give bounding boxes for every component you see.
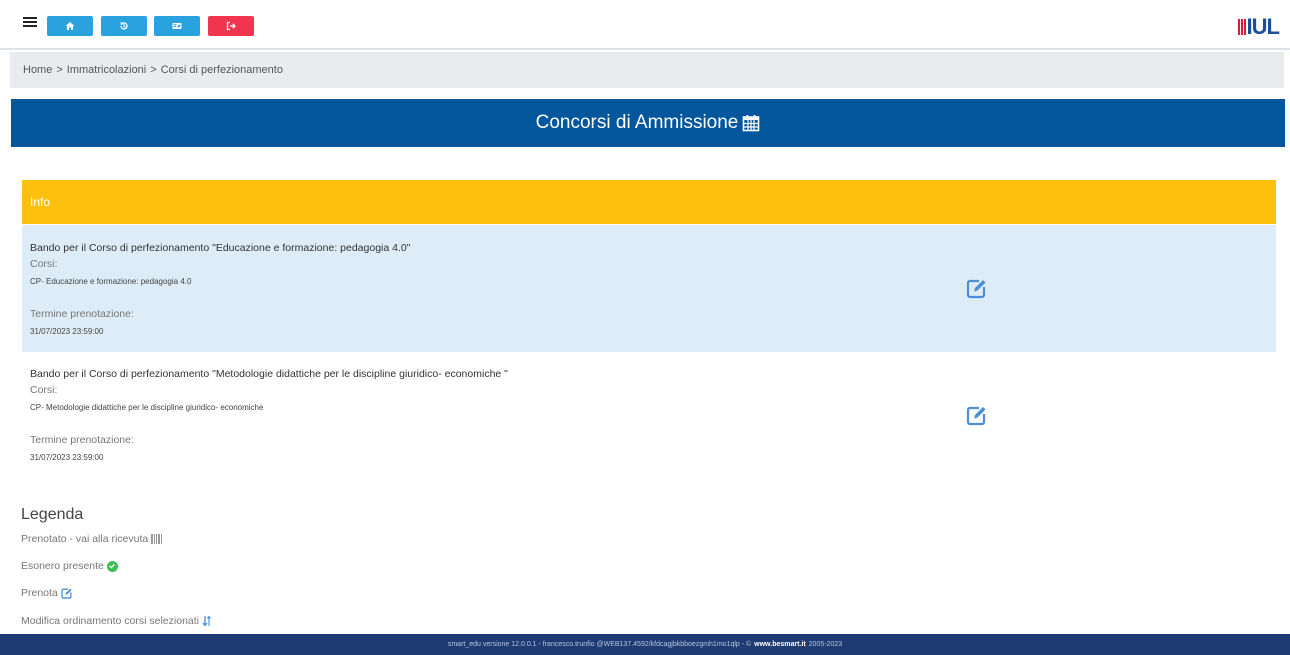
home-button[interactable]	[47, 16, 93, 36]
breadcrumb: Home > Immatricolazioni > Corsi di perfe…	[10, 52, 1284, 88]
footer-brand-link[interactable]: www.besmart.it	[754, 641, 805, 648]
item-deadline-label: Termine prenotazione:	[30, 434, 134, 446]
page-title: Concorsi di Ammissione	[535, 112, 739, 133]
list-item: Bando per il Corso di perfezionamento "M…	[22, 352, 1276, 477]
barcode-icon	[151, 534, 163, 544]
edit-icon[interactable]	[966, 404, 988, 426]
breadcrumb-home[interactable]: Home	[23, 64, 52, 76]
footer-text: smart_edu versione 12.0.0.1 - francesco.…	[447, 641, 752, 648]
info-label: Info	[30, 195, 51, 209]
breadcrumb-separator: >	[150, 64, 157, 76]
history-icon	[120, 22, 128, 30]
breadcrumb-immatricolazioni[interactable]: Immatricolazioni	[67, 64, 146, 76]
item-deadline: 31/07/2023 23:59:00	[30, 327, 104, 336]
item-title: Bando per il Corso di perfezionamento "E…	[30, 242, 411, 254]
legend-heading: Legenda	[21, 506, 84, 523]
item-deadline: 31/07/2023 23:59:00	[30, 453, 104, 462]
item-course: CP- Metodologie didattiche per le discip…	[30, 403, 264, 412]
footer-years: 2005-2023	[808, 641, 843, 648]
legend-esonero-label: Esonero presente	[21, 560, 104, 572]
breadcrumb-current: Corsi di perfezionamento	[160, 64, 283, 76]
legend-prenotato: Prenotato - vai alla ricevuta	[21, 533, 163, 545]
list-item: Bando per il Corso di perfezionamento "E…	[22, 225, 1276, 352]
info-header: Info	[22, 180, 1276, 224]
check-circle-icon	[106, 560, 118, 572]
top-bar: IUL	[0, 0, 1290, 50]
item-course: CP- Educazione e formazione: pedagogia 4…	[30, 277, 192, 286]
legend-prenotato-label: Prenotato - vai alla ricevuta	[21, 533, 149, 545]
page-title-bar: Concorsi di Ammissione	[11, 99, 1285, 147]
home-icon	[65, 22, 75, 30]
id-card-button[interactable]	[154, 16, 200, 36]
item-corsi-label: Corsi:	[30, 384, 58, 396]
edit-icon	[61, 588, 72, 599]
footer: smart_edu versione 12.0.0.1 - francesco.…	[0, 634, 1290, 655]
legend: Legenda	[21, 506, 83, 524]
history-button[interactable]	[101, 16, 147, 36]
edit-icon[interactable]	[966, 277, 988, 299]
logo-text: IUL	[1246, 14, 1280, 39]
logout-button[interactable]	[208, 16, 254, 36]
legend-esonero: Esonero presente	[21, 560, 118, 572]
item-corsi-label: Corsi:	[30, 258, 58, 270]
calendar-icon	[743, 115, 760, 132]
legend-modifica: Modifica ordinamento corsi selezionati	[21, 615, 212, 627]
breadcrumb-separator: >	[56, 64, 63, 76]
menu-icon[interactable]	[23, 15, 37, 29]
iul-logo: IUL	[1237, 14, 1280, 39]
legend-modifica-label: Modifica ordinamento corsi selezionati	[21, 615, 200, 627]
logo-bars-icon	[1237, 19, 1246, 35]
item-deadline-label: Termine prenotazione:	[30, 308, 134, 320]
id-card-icon	[172, 23, 182, 29]
item-title: Bando per il Corso di perfezionamento "M…	[30, 368, 508, 380]
sort-icon	[202, 615, 211, 627]
logout-icon	[226, 21, 236, 31]
legend-prenota: Prenota	[21, 587, 73, 599]
legend-prenota-label: Prenota	[21, 587, 58, 599]
